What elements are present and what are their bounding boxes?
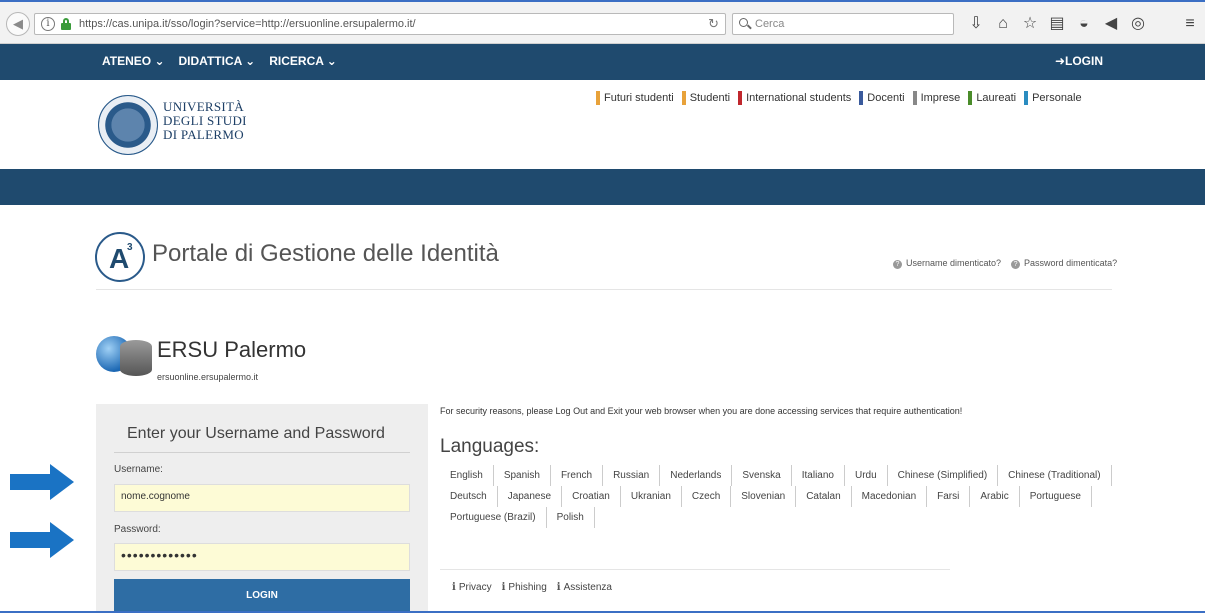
reading-list-icon[interactable]: ▤ [1047, 13, 1067, 35]
forgot-username-link[interactable]: ? Username dimenticato? [893, 258, 1001, 269]
language-link[interactable]: Nederlands [660, 465, 733, 486]
security-notice: For security reasons, please Log Out and… [440, 406, 963, 416]
footer-links: i Privacy i Phishing i Assistenza [452, 582, 612, 593]
info-icon[interactable]: i [41, 17, 55, 31]
login-panel-title: Enter your Username and Password [127, 425, 385, 442]
forgot-password-link[interactable]: ? Password dimenticata? [1011, 258, 1117, 269]
audience-laureati[interactable]: Laureati [968, 91, 1016, 105]
username-input[interactable]: nome.cognome [114, 484, 410, 512]
main-menu: ATENEO ⌄ DIDATTICA ⌄ RICERCA ⌄ [102, 54, 337, 68]
university-logo-text[interactable]: UNIVERSITÀ DEGLI STUDI DI PALERMO [163, 100, 247, 142]
menu-didattica[interactable]: DIDATTICA ⌄ [179, 54, 256, 68]
address-url[interactable]: https://cas.unipa.it/sso/login?service=h… [79, 18, 416, 30]
login-button[interactable]: LOGIN [114, 579, 410, 613]
language-link[interactable]: French [551, 465, 604, 486]
audience-international[interactable]: International students [738, 91, 851, 105]
university-seal-logo[interactable] [98, 95, 158, 155]
language-link[interactable]: Chinese (Simplified) [888, 465, 999, 486]
footer-link-phishing[interactable]: i Phishing [502, 582, 547, 593]
service-url: ersuonline.ersupalermo.it [157, 372, 259, 382]
send-icon[interactable]: ◀ [1101, 13, 1121, 35]
header-band [0, 169, 1205, 205]
arrow-right-icon [10, 464, 74, 500]
language-link[interactable]: Russian [603, 465, 661, 486]
audience-futuri-studenti[interactable]: Futuri studenti [596, 91, 674, 105]
menu-ateneo[interactable]: ATENEO ⌄ [102, 54, 165, 68]
pocket-icon[interactable]: ◒ [1074, 13, 1094, 35]
language-link[interactable]: Urdu [845, 465, 888, 486]
language-link[interactable]: Portuguese [1020, 486, 1092, 507]
menu-ricerca[interactable]: RICERCA ⌄ [269, 54, 337, 68]
top-login-link[interactable]: ➜LOGIN [1055, 54, 1103, 68]
language-link[interactable]: Farsi [927, 486, 971, 507]
language-link[interactable]: Spanish [494, 465, 551, 486]
a3-logo-icon: A3 [95, 232, 145, 282]
arrow-right-icon [10, 522, 74, 558]
audience-links: Futuri studenti Studenti International s… [596, 91, 1082, 105]
info-icon: i [501, 582, 506, 593]
language-link[interactable]: Ukranian [621, 486, 682, 507]
audience-docenti[interactable]: Docenti [859, 91, 905, 105]
home-icon[interactable]: ⌂ [993, 13, 1013, 35]
search-placeholder: Cerca [755, 18, 785, 30]
address-bar[interactable]: i https://cas.unipa.it/sso/login?service… [34, 13, 726, 35]
footer-link-privacy[interactable]: i Privacy [452, 582, 492, 593]
username-label: Username: [114, 464, 163, 475]
language-link[interactable]: Chinese (Traditional) [998, 465, 1112, 486]
language-link[interactable]: Svenska [732, 465, 792, 486]
footer-link-assistenza[interactable]: i Assistenza [557, 582, 612, 593]
service-globe-database-icon [96, 332, 156, 378]
login-icon: ➜ [1054, 54, 1065, 68]
site-top-nav: ATENEO ⌄ DIDATTICA ⌄ RICERCA ⌄ ➜LOGIN [0, 44, 1205, 80]
search-icon [739, 18, 748, 27]
divider [96, 289, 1112, 290]
back-arrow-icon[interactable]: ◀ [6, 12, 30, 36]
divider [114, 452, 410, 453]
help-icon: ? [1011, 260, 1021, 269]
info-icon: i [452, 582, 456, 593]
language-link[interactable]: Czech [682, 486, 732, 507]
hamburger-menu-icon[interactable]: ≡ [1180, 13, 1200, 35]
language-link[interactable]: Slovenian [731, 486, 797, 507]
language-link[interactable]: Portuguese (Brazil) [440, 507, 547, 528]
language-link[interactable]: Deutsch [440, 486, 498, 507]
language-link[interactable]: Macedonian [852, 486, 928, 507]
audience-personale[interactable]: Personale [1024, 91, 1082, 105]
audience-studenti[interactable]: Studenti [681, 91, 730, 105]
language-link[interactable]: Croatian [562, 486, 621, 507]
language-link[interactable]: English [440, 465, 494, 486]
service-name: ERSU Palermo [157, 337, 307, 362]
star-icon[interactable]: ☆ [1020, 13, 1040, 35]
lock-icon[interactable] [61, 18, 71, 30]
browser-toolbar: ◀ i https://cas.unipa.it/sso/login?servi… [0, 0, 1205, 44]
audience-imprese[interactable]: Imprese [912, 91, 960, 105]
password-input[interactable]: ••••••••••••• [114, 543, 410, 571]
language-link[interactable]: Polish [547, 507, 595, 528]
help-icon: ? [893, 260, 902, 269]
language-link[interactable]: Italiano [792, 465, 845, 486]
language-link[interactable]: Catalan [796, 486, 852, 507]
reload-icon[interactable]: ↻ [708, 16, 719, 32]
page-title: Portale di Gestione delle Identità [152, 240, 499, 267]
extension-icon[interactable]: ◎ [1128, 13, 1148, 35]
language-link[interactable]: Arabic [970, 486, 1020, 507]
browser-search-input[interactable]: Cerca [732, 13, 954, 35]
languages-title: Languages: [440, 436, 540, 457]
language-list: English Spanish French Russian Nederlands Sve… [440, 465, 1120, 528]
forgot-links: ? Username dimenticato? ? Password dimenti… [893, 258, 1117, 269]
divider [440, 569, 950, 570]
info-icon: i [556, 582, 561, 593]
language-link[interactable]: Japanese [498, 486, 563, 507]
download-icon[interactable]: ⇩ [966, 13, 986, 35]
password-label: Password: [114, 524, 161, 535]
